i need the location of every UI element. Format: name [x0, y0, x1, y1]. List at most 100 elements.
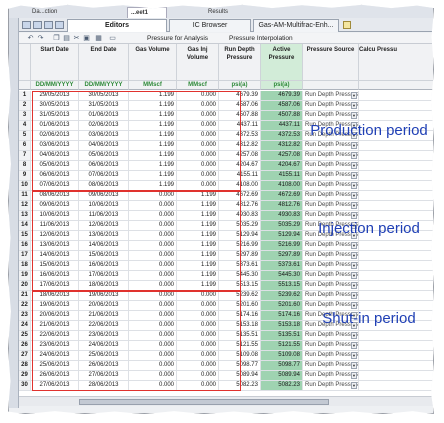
gas-inj-volume-cell[interactable]: 0.000 — [177, 381, 219, 391]
calculated-pressure-cell[interactable] — [359, 231, 433, 241]
gas-inj-volume-cell[interactable]: 0.000 — [177, 141, 219, 151]
end-date-cell[interactable]: 26/06/2013 — [79, 361, 129, 371]
run-depth-pressure-cell[interactable]: 5216.99 — [219, 241, 261, 251]
run-depth-pressure-cell[interactable]: 5082.23 — [219, 381, 261, 391]
start-date-cell[interactable]: 20/06/2013 — [31, 311, 79, 321]
pressure-source-select[interactable]: Run Depth Pressure ▼ — [303, 251, 359, 261]
new-tab-icon[interactable] — [343, 21, 351, 29]
pressure-source-select[interactable]: Run Depth Pressure ▼ — [303, 311, 359, 321]
gas-volume-cell[interactable]: 0.000 — [129, 261, 177, 271]
gas-volume-cell[interactable]: 0.000 — [129, 381, 177, 391]
header-active-pressure[interactable]: Active Pressure — [261, 44, 303, 81]
header-end-date[interactable]: End Date — [79, 44, 129, 81]
active-pressure-cell[interactable]: 4507.88 — [261, 111, 303, 121]
end-date-cell[interactable]: 22/06/2013 — [79, 321, 129, 331]
table-row[interactable]: 16 13/06/2013 14/06/2013 0.000 1.199 5216.99 5… — [19, 241, 433, 251]
pressure-source-select[interactable]: Run Depth Pressure ▼ — [303, 221, 359, 231]
run-depth-pressure-cell[interactable]: 5109.08 — [219, 351, 261, 361]
calculated-pressure-cell[interactable] — [359, 351, 433, 361]
dropdown-arrow-icon[interactable]: ▼ — [351, 92, 357, 99]
dropdown-arrow-icon[interactable]: ▼ — [351, 222, 357, 229]
end-date-cell[interactable]: 04/06/2013 — [79, 141, 129, 151]
calculated-pressure-cell[interactable] — [359, 221, 433, 231]
start-date-cell[interactable]: 11/06/2013 — [31, 221, 79, 231]
gas-inj-volume-cell[interactable]: 1.199 — [177, 201, 219, 211]
start-date-cell[interactable]: 31/05/2013 — [31, 111, 79, 121]
pressure-for-analysis-button[interactable]: Pressure for Analysis — [147, 34, 208, 43]
start-date-cell[interactable]: 09/06/2013 — [31, 201, 79, 211]
table-row[interactable]: 3 31/05/2013 01/06/2013 1.199 0.000 4507.88 45… — [19, 111, 433, 121]
end-date-cell[interactable]: 05/06/2013 — [79, 151, 129, 161]
calculated-pressure-cell[interactable] — [359, 161, 433, 171]
run-depth-pressure-cell[interactable]: 4587.06 — [219, 101, 261, 111]
run-depth-pressure-cell[interactable]: 5089.94 — [219, 371, 261, 381]
gas-inj-volume-cell[interactable]: 0.000 — [177, 321, 219, 331]
calculated-pressure-cell[interactable] — [359, 201, 433, 211]
run-depth-pressure-cell[interactable]: 4155.11 — [219, 171, 261, 181]
pressure-source-select[interactable]: Run Depth Pressure ▼ — [303, 151, 359, 161]
pressure-source-select[interactable]: Run Depth Pressure ▼ — [303, 341, 359, 351]
end-date-cell[interactable]: 07/06/2013 — [79, 171, 129, 181]
active-pressure-cell[interactable]: 5129.94 — [261, 231, 303, 241]
calculated-pressure-cell[interactable] — [359, 271, 433, 281]
run-depth-pressure-cell[interactable]: 5201.60 — [219, 301, 261, 311]
active-pressure-cell[interactable]: 4372.53 — [261, 131, 303, 141]
pressure-source-select[interactable]: Run Depth Pressure ▼ — [303, 291, 359, 301]
start-date-cell[interactable]: 05/06/2013 — [31, 161, 79, 171]
table-row[interactable]: 14 11/06/2013 12/06/2013 0.000 1.199 5035.29 5… — [19, 221, 433, 231]
gas-volume-cell[interactable]: 1.199 — [129, 161, 177, 171]
dropdown-arrow-icon[interactable]: ▼ — [351, 282, 357, 289]
dropdown-arrow-icon[interactable]: ▼ — [351, 132, 357, 139]
end-date-cell[interactable]: 11/06/2013 — [79, 211, 129, 221]
gas-volume-cell[interactable]: 1.199 — [129, 151, 177, 161]
active-pressure-cell[interactable]: 4155.11 — [261, 171, 303, 181]
end-date-cell[interactable]: 23/06/2013 — [79, 331, 129, 341]
table-row[interactable]: 7 04/06/2013 05/06/2013 1.199 0.000 4257.08 42… — [19, 151, 433, 161]
pressure-source-select[interactable]: Run Depth Pressure ▼ — [303, 351, 359, 361]
dropdown-arrow-icon[interactable]: ▼ — [351, 332, 357, 339]
table-row[interactable]: 13 10/06/2013 11/06/2013 0.000 1.199 4930.83 4… — [19, 211, 433, 221]
gas-inj-volume-cell[interactable]: 0.000 — [177, 111, 219, 121]
start-date-cell[interactable]: 01/06/2013 — [31, 121, 79, 131]
gas-inj-volume-cell[interactable]: 0.000 — [177, 331, 219, 341]
pressure-source-select[interactable]: Run Depth Pressure ▼ — [303, 371, 359, 381]
end-date-cell[interactable]: 31/05/2013 — [79, 101, 129, 111]
table-row[interactable]: 25 22/06/2013 23/06/2013 0.000 0.000 5135.51 5… — [19, 331, 433, 341]
table-row[interactable]: 19 16/06/2013 17/06/2013 0.000 1.199 5445.30 5… — [19, 271, 433, 281]
gas-inj-volume-cell[interactable]: 0.000 — [177, 341, 219, 351]
start-date-cell[interactable]: 04/06/2013 — [31, 151, 79, 161]
calculated-pressure-cell[interactable] — [359, 291, 433, 301]
pressure-source-select[interactable]: Run Depth Pressure ▼ — [303, 301, 359, 311]
table-row[interactable]: 30 27/06/2013 28/06/2013 0.000 0.000 5082.23 5… — [19, 381, 433, 391]
end-date-cell[interactable]: 16/06/2013 — [79, 261, 129, 271]
start-date-cell[interactable]: 17/06/2013 — [31, 281, 79, 291]
end-date-cell[interactable]: 30/05/2013 — [79, 91, 129, 101]
header-start-date[interactable]: Start Date — [31, 44, 79, 81]
gas-inj-volume-cell[interactable]: 0.000 — [177, 181, 219, 191]
dropdown-arrow-icon[interactable]: ▼ — [351, 312, 357, 319]
calculated-pressure-cell[interactable] — [359, 261, 433, 271]
calculated-pressure-cell[interactable] — [359, 321, 433, 331]
run-depth-pressure-cell[interactable]: 4372.53 — [219, 131, 261, 141]
calculated-pressure-cell[interactable] — [359, 151, 433, 161]
table-row[interactable]: 21 18/06/2013 19/06/2013 0.000 0.000 5239.62 5… — [19, 291, 433, 301]
active-pressure-cell[interactable]: 4108.00 — [261, 181, 303, 191]
end-date-cell[interactable]: 02/06/2013 — [79, 121, 129, 131]
start-date-cell[interactable]: 25/06/2013 — [31, 361, 79, 371]
dropdown-arrow-icon[interactable]: ▼ — [351, 142, 357, 149]
gas-volume-cell[interactable]: 1.199 — [129, 141, 177, 151]
run-depth-pressure-cell[interactable]: 5513.15 — [219, 281, 261, 291]
start-date-cell[interactable]: 12/06/2013 — [31, 231, 79, 241]
pressure-source-select[interactable]: Run Depth Pressure ▼ — [303, 321, 359, 331]
active-pressure-cell[interactable]: 5121.55 — [261, 341, 303, 351]
run-depth-pressure-cell[interactable]: 5297.89 — [219, 251, 261, 261]
pressure-source-select[interactable]: Run Depth Pressure ▼ — [303, 361, 359, 371]
table-row[interactable]: 12 09/06/2013 10/06/2013 0.000 1.199 4812.76 4… — [19, 201, 433, 211]
start-date-cell[interactable]: 27/06/2013 — [31, 381, 79, 391]
quick-button-4[interactable] — [55, 21, 64, 29]
table-row[interactable]: 8 05/06/2013 06/06/2013 1.199 0.000 4204.67 42… — [19, 161, 433, 171]
table-row[interactable]: 26 23/06/2013 24/06/2013 0.000 0.000 5121.55 5… — [19, 341, 433, 351]
gas-volume-cell[interactable]: 0.000 — [129, 371, 177, 381]
calculated-pressure-cell[interactable] — [359, 91, 433, 101]
gas-volume-cell[interactable]: 0.000 — [129, 191, 177, 201]
